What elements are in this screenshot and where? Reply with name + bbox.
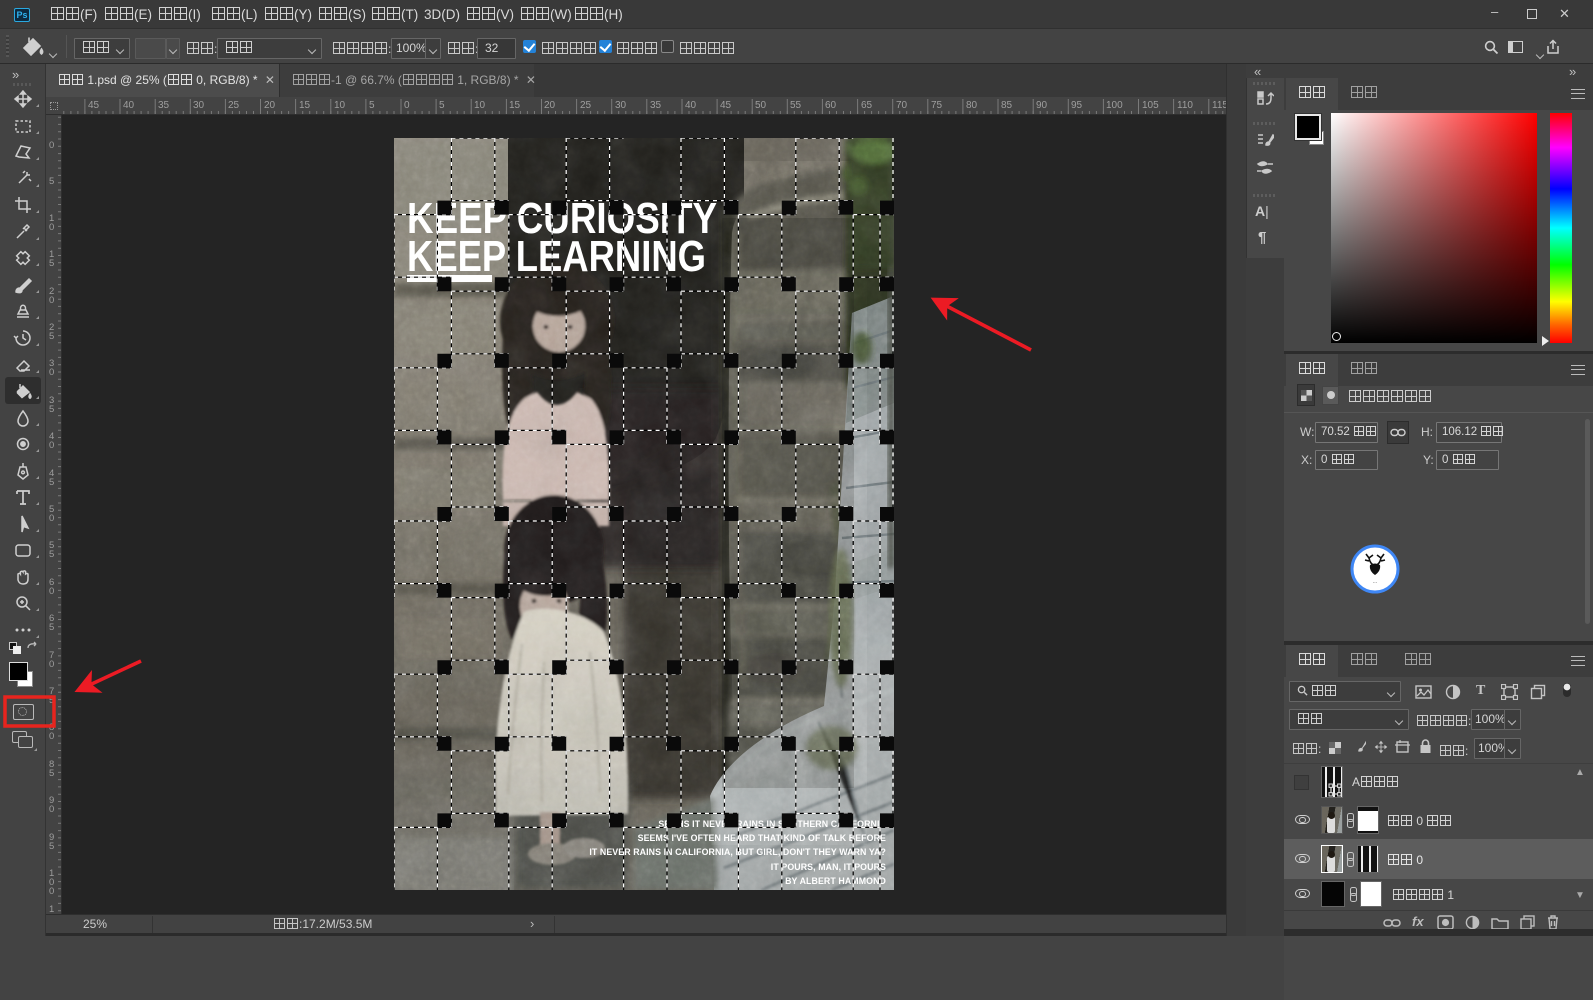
svg-text:50: 50 — [755, 100, 767, 111]
svg-text:0: 0 — [49, 295, 54, 306]
svg-text:15: 15 — [509, 100, 521, 111]
svg-text:0: 0 — [49, 586, 54, 597]
svg-text:5: 5 — [49, 768, 54, 779]
svg-text:0: 0 — [49, 222, 54, 233]
svg-text:25: 25 — [580, 100, 592, 111]
svg-text:40: 40 — [685, 100, 697, 111]
svg-text:85: 85 — [1001, 100, 1013, 111]
svg-text:5: 5 — [49, 176, 54, 187]
svg-text:20: 20 — [264, 100, 276, 111]
svg-text:60: 60 — [825, 100, 837, 111]
svg-text:110: 110 — [1177, 100, 1193, 111]
svg-text:40: 40 — [123, 100, 135, 111]
svg-text:5: 5 — [369, 100, 375, 111]
svg-text:35: 35 — [650, 100, 662, 111]
svg-text:···: ··· — [1373, 580, 1378, 586]
svg-text:80: 80 — [966, 100, 978, 111]
svg-text:5: 5 — [49, 549, 54, 560]
svg-text:0: 0 — [49, 659, 54, 670]
svg-text:15: 15 — [299, 100, 311, 111]
svg-text:5: 5 — [49, 695, 54, 706]
svg-text:10: 10 — [474, 100, 486, 111]
svg-text:45: 45 — [720, 100, 732, 111]
svg-text:BY ALBERT HAMMOND: BY ALBERT HAMMOND — [785, 876, 886, 886]
svg-text:25: 25 — [228, 100, 240, 111]
svg-text:IT NEVER RAINS IN CALIFORNIA,: IT NEVER RAINS IN CALIFORNIA, BUT GIRL, … — [589, 847, 886, 857]
svg-text:5: 5 — [49, 841, 54, 852]
svg-text:IT POURS, MAN, IT POURS: IT POURS, MAN, IT POURS — [771, 862, 886, 872]
svg-text:KEEP LEARNING: KEEP LEARNING — [407, 232, 706, 281]
svg-text:65: 65 — [861, 100, 873, 111]
svg-text:5: 5 — [49, 477, 54, 488]
svg-text:0: 0 — [404, 100, 410, 111]
svg-text:0: 0 — [49, 513, 54, 524]
svg-text:5: 5 — [439, 100, 445, 111]
svg-text:90: 90 — [1036, 100, 1048, 111]
svg-text:115: 115 — [1212, 100, 1226, 111]
svg-text:55: 55 — [790, 100, 802, 111]
svg-text:0: 0 — [49, 140, 54, 151]
svg-text:45: 45 — [88, 100, 100, 111]
svg-text:SEEMS I'VE OFTEN HEARD THAT KI: SEEMS I'VE OFTEN HEARD THAT KIND OF TALK… — [638, 833, 886, 843]
svg-text:0: 0 — [49, 731, 54, 742]
svg-text:0: 0 — [49, 804, 54, 815]
svg-text:0: 0 — [49, 440, 54, 451]
svg-text:5: 5 — [49, 622, 54, 633]
svg-text:5: 5 — [49, 331, 54, 342]
svg-text:0: 0 — [49, 367, 54, 378]
svg-text:35: 35 — [158, 100, 170, 111]
svg-text:0: 0 — [49, 886, 54, 897]
svg-text:5: 5 — [49, 258, 54, 269]
svg-text:105: 105 — [1142, 100, 1159, 111]
svg-text:5: 5 — [49, 404, 54, 415]
svg-text:10: 10 — [334, 100, 346, 111]
svg-text:95: 95 — [1071, 100, 1083, 111]
svg-text:75: 75 — [931, 100, 943, 111]
svg-text:30: 30 — [615, 100, 627, 111]
svg-text:30: 30 — [193, 100, 205, 111]
svg-text:70: 70 — [896, 100, 908, 111]
svg-text:20: 20 — [544, 100, 556, 111]
svg-text:100: 100 — [1106, 100, 1123, 111]
